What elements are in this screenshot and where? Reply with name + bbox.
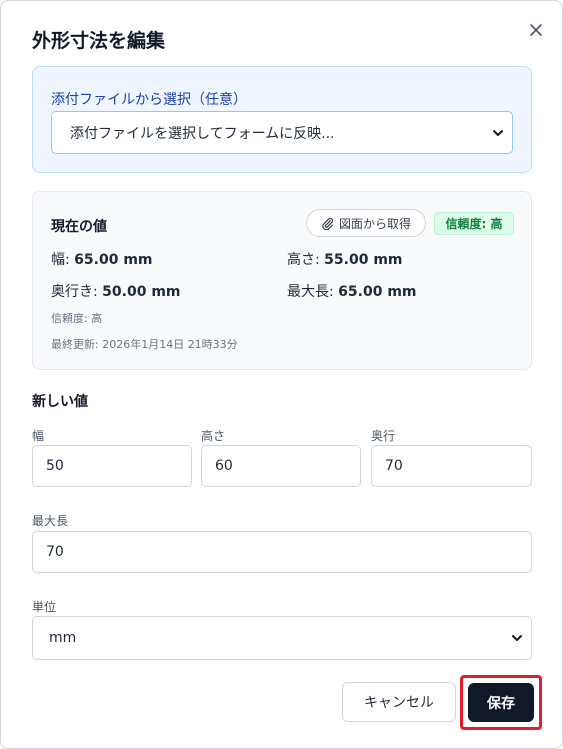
chevron-down-icon xyxy=(511,632,523,644)
chevron-down-icon xyxy=(492,127,504,139)
current-max-length: 最大長: 65.00 mm xyxy=(287,281,417,301)
height-input-value: 60 xyxy=(215,458,233,474)
confidence-badge: 信頼度: 高 xyxy=(434,212,514,235)
current-width-value: 65.00 mm xyxy=(74,252,153,268)
current-values-title: 現在の値 xyxy=(51,219,107,235)
unit-select[interactable]: mm xyxy=(32,616,532,660)
attachment-label: 添付ファイルから選択（任意） xyxy=(51,92,247,108)
current-max-length-label: 最大長: xyxy=(287,284,334,300)
width-input[interactable]: 50 xyxy=(32,445,192,487)
save-button-highlight: 保存 xyxy=(460,675,542,730)
unit-label: 単位 xyxy=(32,600,57,614)
new-values-title: 新しい値 xyxy=(32,394,88,410)
cancel-button[interactable]: キャンセル xyxy=(342,682,456,722)
max-length-input[interactable]: 70 xyxy=(32,531,532,573)
current-depth: 奥行き: 50.00 mm xyxy=(51,281,181,301)
depth-input-value: 70 xyxy=(385,458,403,474)
current-depth-label: 奥行き: xyxy=(51,284,98,300)
unit-select-value: mm xyxy=(49,630,77,646)
max-length-label: 最大長 xyxy=(32,514,69,528)
current-max-length-value: 65.00 mm xyxy=(338,284,417,300)
current-height-label: 高さ: xyxy=(287,252,320,268)
current-height-value: 55.00 mm xyxy=(324,252,403,268)
current-height: 高さ: 55.00 mm xyxy=(287,249,403,269)
close-icon xyxy=(530,24,542,36)
current-confidence-text: 信頼度: 高 xyxy=(51,312,103,325)
depth-label: 奥行 xyxy=(371,429,396,443)
current-values-panel: 現在の値 図面から取得 信頼度: 高 幅: 65.00 mm 高さ: 55.00… xyxy=(32,191,532,370)
width-input-value: 50 xyxy=(46,458,64,474)
attachment-panel: 添付ファイルから選択（任意） 添付ファイルを選択してフォームに反映... xyxy=(32,66,532,173)
last-updated-text: 最終更新: 2026年1月14日 21時33分 xyxy=(51,338,238,351)
attachment-select-value: 添付ファイルを選択してフォームに反映... xyxy=(70,125,335,142)
attachment-select[interactable]: 添付ファイルを選択してフォームに反映... xyxy=(51,111,513,154)
height-input[interactable]: 60 xyxy=(201,445,361,487)
height-label: 高さ xyxy=(201,429,226,443)
fetch-from-drawing-button[interactable]: 図面から取得 xyxy=(306,209,426,237)
current-depth-value: 50.00 mm xyxy=(102,284,181,300)
save-button[interactable]: 保存 xyxy=(468,683,534,722)
edit-dimensions-dialog: 外形寸法を編集 添付ファイルから選択（任意） 添付ファイルを選択してフォームに反… xyxy=(0,0,563,749)
paperclip-icon xyxy=(322,217,334,230)
current-width: 幅: 65.00 mm xyxy=(51,249,153,269)
current-width-label: 幅: xyxy=(51,252,70,268)
close-button[interactable] xyxy=(525,19,547,41)
max-length-input-value: 70 xyxy=(46,544,64,560)
fetch-from-drawing-label: 図面から取得 xyxy=(338,216,411,231)
depth-input[interactable]: 70 xyxy=(371,445,532,487)
dialog-title: 外形寸法を編集 xyxy=(32,30,166,52)
width-label: 幅 xyxy=(32,429,45,443)
